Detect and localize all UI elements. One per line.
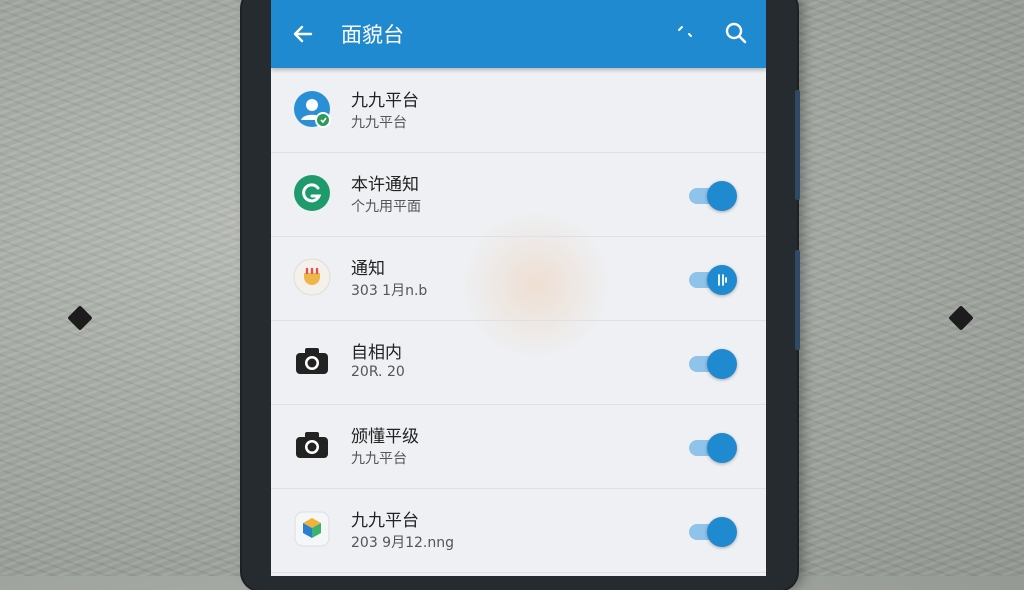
item-subtitle: 20R. 20 <box>351 364 405 380</box>
list-item[interactable]: 九九平台 九九平台 <box>271 68 766 153</box>
item-label: 通知 <box>351 259 385 279</box>
more-icon[interactable] <box>675 22 695 42</box>
item-subtitle: 九九平台 <box>351 451 407 467</box>
toggle-switch[interactable] <box>689 348 737 379</box>
toggle-thumb <box>707 433 737 463</box>
phone-screen: 面貌台 九九平台 九九平台 本许通知 个九用平面 通知 303 1月n.b 自相… <box>271 0 766 576</box>
item-label: 九九平台 <box>351 91 419 111</box>
pause-icon <box>718 274 727 286</box>
item-subtitle: 九九平台 <box>351 115 407 131</box>
app-icon <box>293 258 331 296</box>
page-title: 面貌台 <box>341 23 404 47</box>
list-item[interactable]: 通知 303 1月n.b <box>271 236 766 321</box>
app-bar: 面貌台 <box>271 0 766 68</box>
item-label: 九九平台 <box>351 511 419 531</box>
item-subtitle: 个九用平面 <box>351 199 421 215</box>
item-label: 本许通知 <box>351 175 419 195</box>
camera-icon <box>293 426 331 464</box>
toggle-switch[interactable] <box>689 432 737 463</box>
item-label: 自相内 <box>351 343 402 363</box>
toggle-thumb <box>707 517 737 547</box>
item-subtitle: 203 9月12.nng <box>351 535 454 551</box>
list-item[interactable]: 自相内 20R. 20 <box>271 320 766 405</box>
power-button <box>795 250 800 350</box>
cube-app-icon <box>293 510 331 548</box>
toggle-switch[interactable] <box>689 516 737 547</box>
toggle-switch[interactable] <box>689 264 737 295</box>
item-label: 颁懂平级 <box>351 427 419 447</box>
toggle-switch[interactable] <box>689 180 737 211</box>
list-item[interactable]: 颁懂平级 九九平台 <box>271 404 766 489</box>
list-item[interactable]: 九九平台 203 9月12.nng <box>271 488 766 573</box>
toggle-thumb <box>707 265 737 295</box>
g-logo-icon <box>293 174 331 212</box>
camera-icon <box>293 342 331 380</box>
volume-button <box>795 90 800 200</box>
toggle-thumb <box>707 181 737 211</box>
list-item[interactable]: 本许通知 个九用平面 <box>271 152 766 237</box>
arrow-back-icon[interactable] <box>289 20 317 48</box>
account-icon <box>293 90 331 128</box>
toggle-thumb <box>707 349 737 379</box>
search-icon[interactable] <box>723 20 749 46</box>
item-subtitle: 303 1月n.b <box>351 283 428 299</box>
